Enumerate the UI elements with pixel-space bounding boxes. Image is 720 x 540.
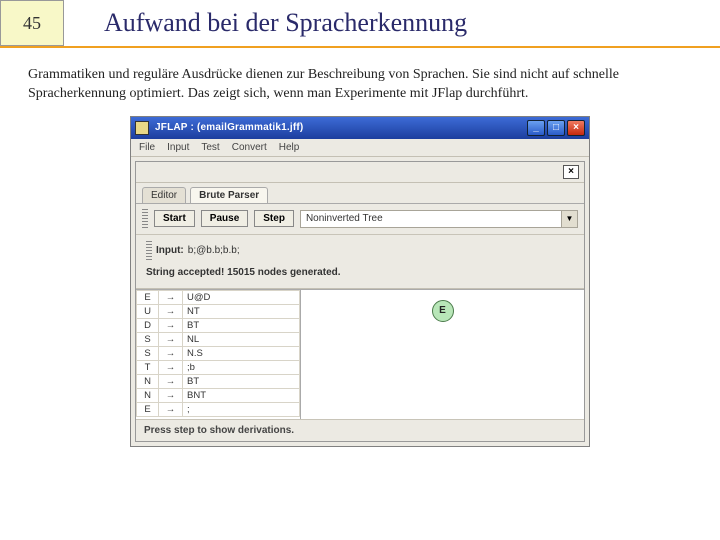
tree-mode-select[interactable]: Noninverted Tree ▼ xyxy=(300,210,578,228)
grammar-row[interactable]: E→; xyxy=(137,402,300,416)
grammar-row[interactable]: N→BT xyxy=(137,374,300,388)
menu-help[interactable]: Help xyxy=(279,142,300,153)
menu-input[interactable]: Input xyxy=(167,142,189,153)
grammar-lhs: N xyxy=(137,374,159,388)
slide-header: 45 Aufwand bei der Spracherkennung xyxy=(0,0,720,48)
grammar-rhs: BT xyxy=(183,318,300,332)
menu-convert[interactable]: Convert xyxy=(232,142,267,153)
arrow-icon: → xyxy=(159,346,183,360)
app-icon xyxy=(135,121,149,135)
grammar-row[interactable]: U→NT xyxy=(137,304,300,318)
slide-number: 45 xyxy=(0,0,64,46)
arrow-icon: → xyxy=(159,290,183,304)
slide-title: Aufwand bei der Spracherkennung xyxy=(64,8,720,38)
grammar-rhs: NL xyxy=(183,332,300,346)
internal-close-button[interactable]: × xyxy=(563,165,579,179)
grammar-rhs: U@D xyxy=(183,290,300,304)
grammar-row[interactable]: S→NL xyxy=(137,332,300,346)
start-button[interactable]: Start xyxy=(154,210,195,227)
arrow-icon: → xyxy=(159,360,183,374)
close-button[interactable]: × xyxy=(567,120,585,136)
arrow-icon: → xyxy=(159,374,183,388)
info-grip-icon xyxy=(146,241,152,261)
grammar-lhs: E xyxy=(137,402,159,416)
tree-pane: E xyxy=(301,290,584,419)
grammar-lhs: E xyxy=(137,290,159,304)
grammar-rhs: NT xyxy=(183,304,300,318)
arrow-icon: → xyxy=(159,332,183,346)
arrow-icon: → xyxy=(159,318,183,332)
window-title: JFLAP : (emailGrammatik1.jff) xyxy=(155,122,527,133)
chevron-down-icon: ▼ xyxy=(561,211,577,227)
grammar-row[interactable]: S→N.S xyxy=(137,346,300,360)
slide-body-text: Grammatiken und reguläre Ausdrücke diene… xyxy=(28,66,692,104)
grammar-rhs: ;b xyxy=(183,360,300,374)
minimize-button[interactable]: _ xyxy=(527,120,545,136)
tree-mode-value: Noninverted Tree xyxy=(301,213,561,224)
toolbar-grip-icon xyxy=(142,209,148,229)
arrow-icon: → xyxy=(159,402,183,416)
menu-file[interactable]: File xyxy=(139,142,155,153)
tab-editor[interactable]: Editor xyxy=(142,187,186,203)
input-label: Input: xyxy=(156,245,184,256)
grammar-lhs: S xyxy=(137,332,159,346)
internal-frame: × Editor Brute Parser Start Pause Step N… xyxy=(135,161,585,442)
grammar-lhs: N xyxy=(137,388,159,402)
status-bar: Press step to show derivations. xyxy=(136,419,584,441)
grammar-row[interactable]: T→;b xyxy=(137,360,300,374)
grammar-rhs: N.S xyxy=(183,346,300,360)
grammar-rhs: BNT xyxy=(183,388,300,402)
window-titlebar: JFLAP : (emailGrammatik1.jff) _ □ × xyxy=(131,117,589,139)
split-pane: E→U@DU→NTD→BTS→NLS→N.ST→;bN→BTN→BNTE→; E xyxy=(136,289,584,419)
info-block: Input: b;@b.b;b.b; String accepted! 1501… xyxy=(136,235,584,289)
menubar: File Input Test Convert Help xyxy=(131,139,589,157)
parser-toolbar: Start Pause Step Noninverted Tree ▼ xyxy=(136,204,584,235)
step-button[interactable]: Step xyxy=(254,210,294,227)
grammar-rhs: ; xyxy=(183,402,300,416)
arrow-icon: → xyxy=(159,304,183,318)
grammar-lhs: T xyxy=(137,360,159,374)
grammar-rhs: BT xyxy=(183,374,300,388)
jflap-window: JFLAP : (emailGrammatik1.jff) _ □ × File… xyxy=(130,116,590,447)
tab-brute-parser[interactable]: Brute Parser xyxy=(190,187,268,203)
grammar-lhs: S xyxy=(137,346,159,360)
input-value: b;@b.b;b.b; xyxy=(188,245,240,256)
grammar-row[interactable]: N→BNT xyxy=(137,388,300,402)
pause-button[interactable]: Pause xyxy=(201,210,248,227)
arrow-icon: → xyxy=(159,388,183,402)
grammar-table: E→U@DU→NTD→BTS→NLS→N.ST→;bN→BTN→BNTE→; xyxy=(136,290,301,419)
grammar-row[interactable]: E→U@D xyxy=(137,290,300,304)
grammar-lhs: U xyxy=(137,304,159,318)
tree-root-node[interactable]: E xyxy=(432,300,454,322)
maximize-button[interactable]: □ xyxy=(547,120,565,136)
tab-bar: Editor Brute Parser xyxy=(136,183,584,204)
menu-test[interactable]: Test xyxy=(201,142,219,153)
grammar-lhs: D xyxy=(137,318,159,332)
result-text: String accepted! 15015 nodes generated. xyxy=(146,267,574,278)
grammar-row[interactable]: D→BT xyxy=(137,318,300,332)
